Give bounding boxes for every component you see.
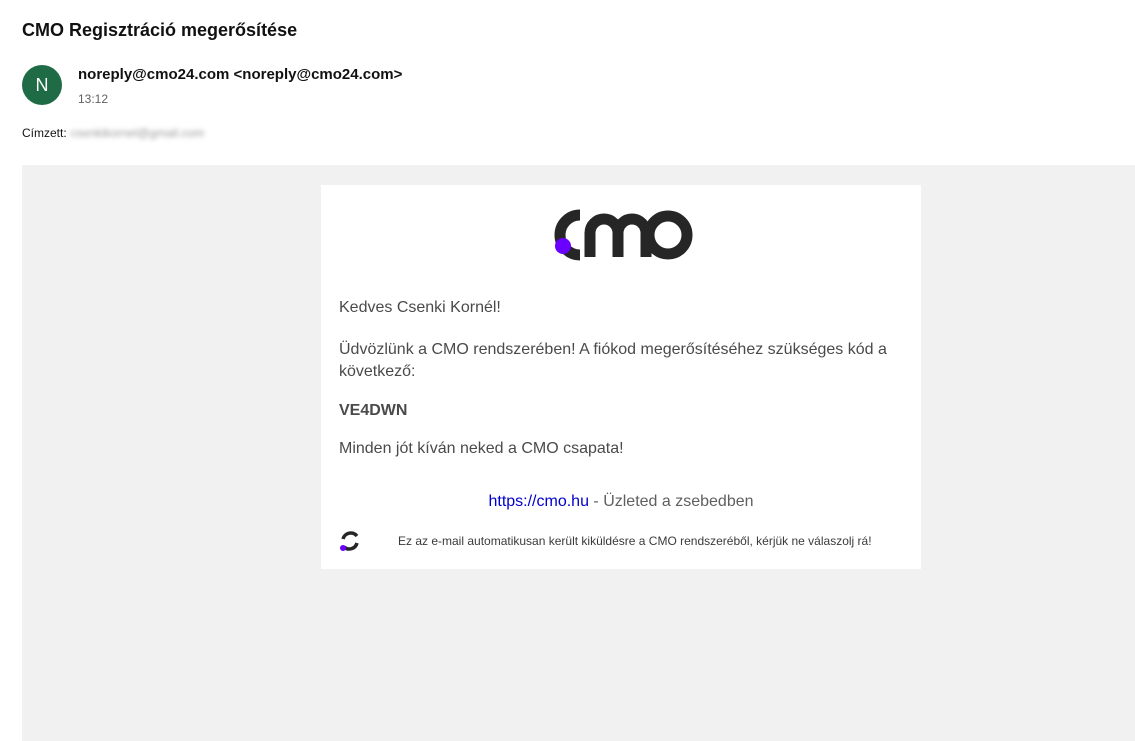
greeting-text: Kedves Csenki Kornél!: [339, 299, 501, 316]
avatar-letter: N: [35, 74, 49, 95]
email-card: Kedves Csenki Kornél! Üdvözlünk a CMO re…: [321, 185, 921, 569]
recipient-label: Címzett:: [22, 126, 67, 140]
cmo-mark-icon: [340, 531, 359, 551]
email-body-canvas: Kedves Csenki Kornél! Üdvözlünk a CMO re…: [22, 165, 1135, 741]
logo-m-shape: [584, 213, 652, 257]
received-time: 13:12: [78, 92, 109, 106]
logo-accent-dot: [555, 238, 571, 254]
signoff-text: Minden jót kíván neked a CMO csapata!: [339, 440, 624, 457]
footer-link-row: https://cmo.hu - Üzleted a zsebedben: [321, 493, 921, 511]
email-subject: CMO Regisztráció megerősítése: [22, 20, 298, 40]
sender-email: <noreply@cmo24.com>: [233, 66, 403, 83]
verification-code: VE4DWN: [339, 402, 408, 419]
sender-name: noreply@cmo24.com: [78, 66, 230, 83]
recipient-value[interactable]: csenkikornel@gmail.com: [71, 126, 205, 140]
auto-sent-note: Ez az e-mail automatikusan került kiküld…: [398, 534, 872, 548]
sender-line[interactable]: noreply@cmo24.com <noreply@cmo24.com>: [78, 66, 402, 83]
mark-arc-top: [341, 531, 359, 540]
website-link[interactable]: https://cmo.hu: [488, 493, 589, 510]
cmo-logo: [554, 209, 693, 261]
footer-tagline: - Üzleted a zsebedben: [588, 493, 754, 510]
logo-o-shape: [643, 210, 693, 260]
intro-text: Üdvözlünk a CMO rendszerében! A fiókod m…: [339, 341, 887, 380]
mark-accent-dot: [340, 545, 346, 551]
sender-avatar[interactable]: N: [22, 65, 62, 105]
recipient-row: Címzett: csenkikornel@gmail.com: [22, 126, 204, 140]
